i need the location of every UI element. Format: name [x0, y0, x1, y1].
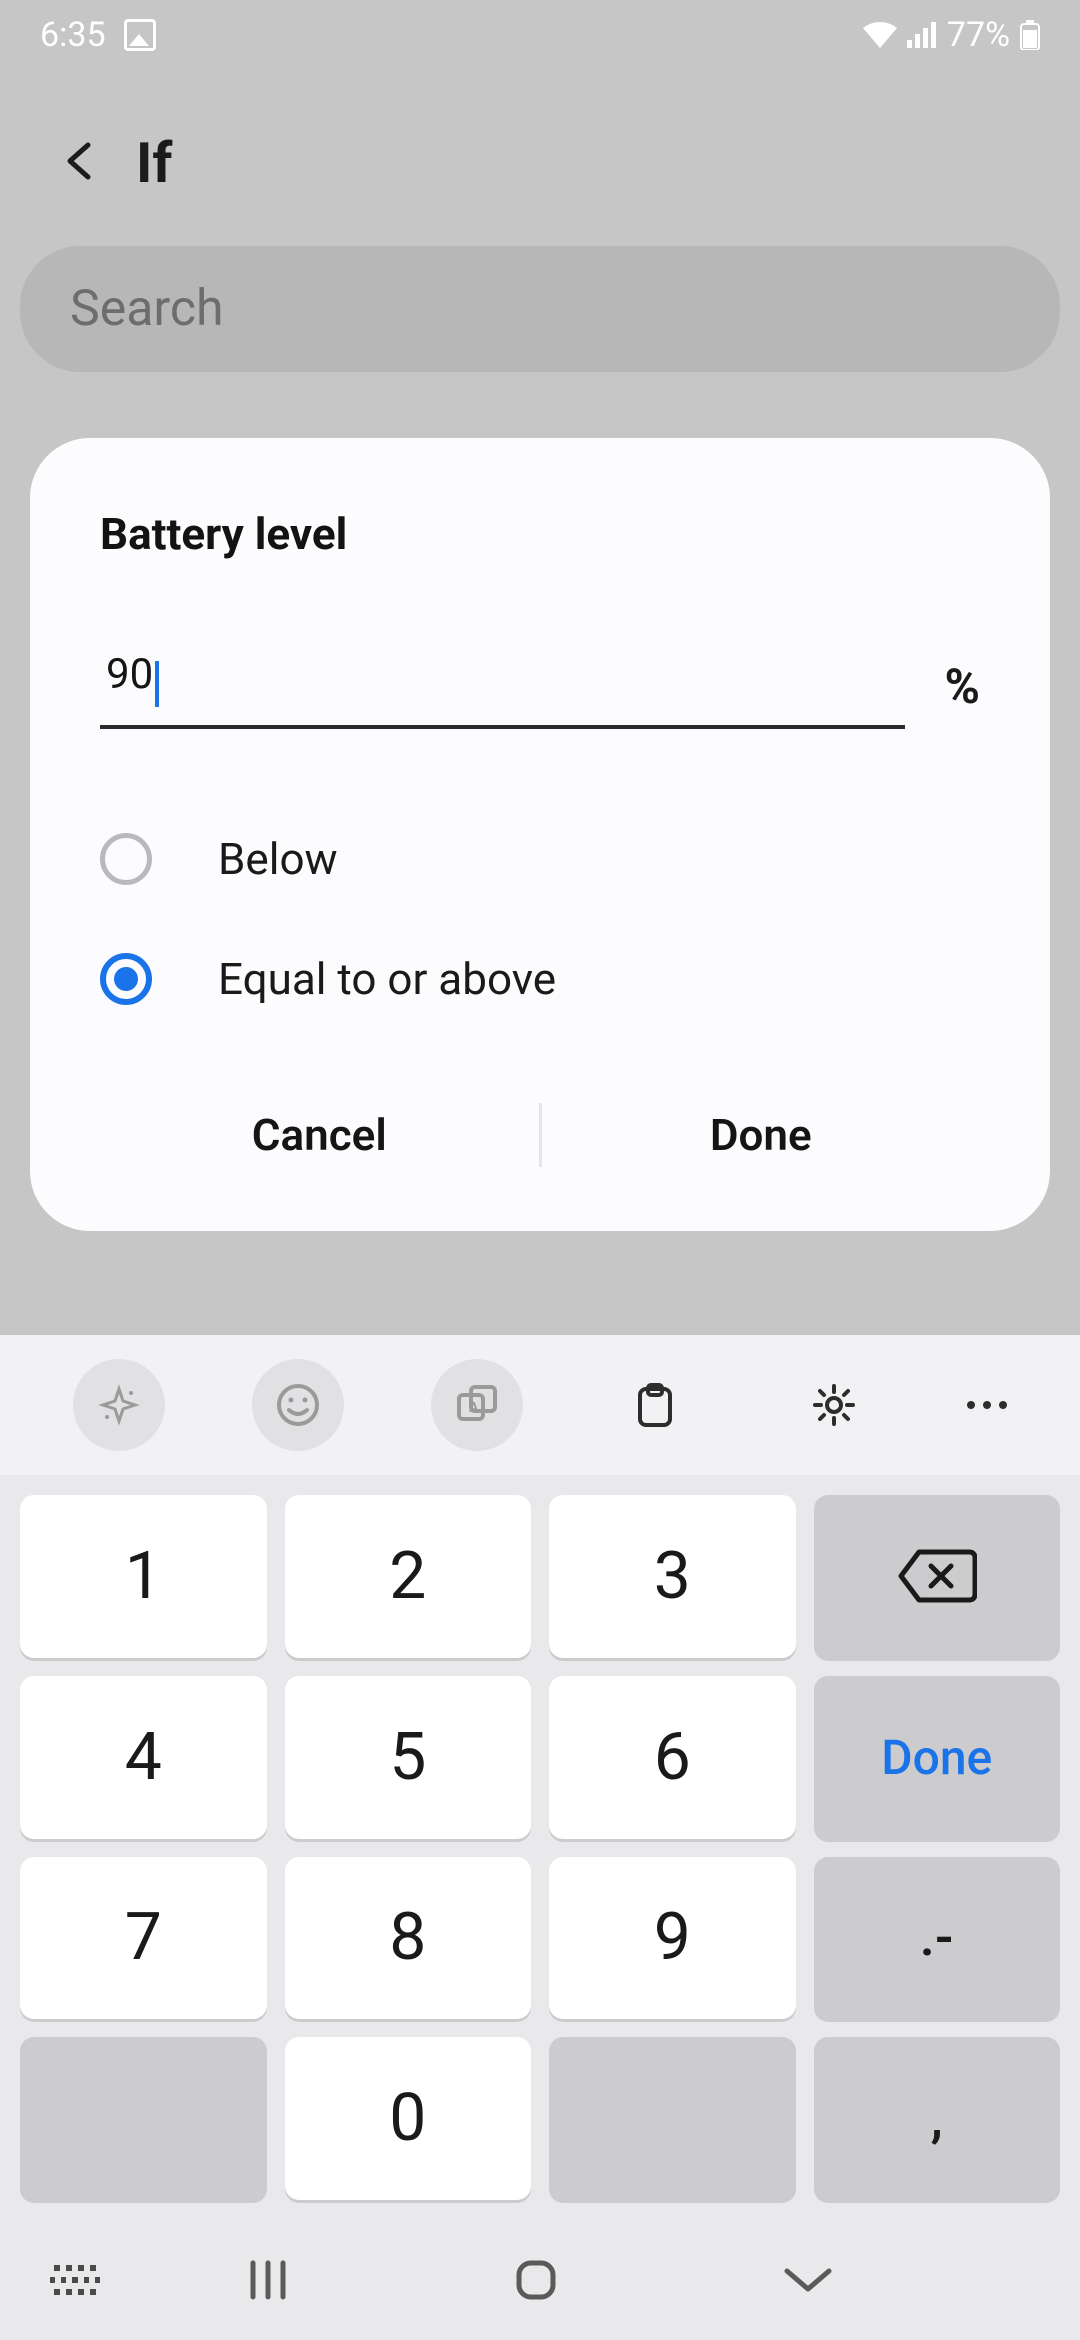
wifi-icon — [863, 22, 897, 48]
status-bar: 6:35 77% — [0, 0, 1080, 70]
emoji-button[interactable] — [252, 1359, 344, 1451]
key-4[interactable]: 4 — [20, 1676, 267, 1839]
battery-icon — [1020, 20, 1040, 50]
key-3[interactable]: 3 — [549, 1495, 796, 1658]
key-backspace[interactable] — [814, 1495, 1061, 1658]
key-6[interactable]: 6 — [549, 1676, 796, 1839]
keyboard-switch-button[interactable] — [50, 2265, 100, 2295]
translate-button[interactable]: A — [431, 1359, 523, 1451]
key-1[interactable]: 1 — [20, 1495, 267, 1658]
battery-level-input[interactable]: 90 — [100, 640, 905, 729]
key-0[interactable]: 0 — [285, 2037, 532, 2200]
settings-button[interactable] — [788, 1359, 880, 1451]
done-button[interactable]: Done — [542, 1079, 981, 1191]
cell-signal-icon — [907, 22, 937, 48]
key-comma[interactable]: , — [814, 2037, 1061, 2200]
status-battery-pct: 77% — [947, 15, 1010, 55]
sparkle-button[interactable] — [73, 1359, 165, 1451]
battery-level-dialog: Battery level 90 % Below Equal to or abo… — [30, 438, 1050, 1231]
radio-option-equal-above[interactable]: Equal to or above — [100, 919, 980, 1039]
back-button[interactable] — [60, 141, 100, 185]
clipboard-button[interactable] — [609, 1359, 701, 1451]
key-5[interactable]: 5 — [285, 1676, 532, 1839]
home-button[interactable] — [511, 2255, 561, 2305]
dialog-title: Battery level — [100, 508, 980, 560]
search-input[interactable]: Search — [20, 246, 1060, 372]
recents-button[interactable] — [245, 2257, 291, 2303]
radio-icon — [100, 833, 152, 885]
text-cursor — [155, 661, 159, 707]
key-9[interactable]: 9 — [549, 1857, 796, 2020]
key-2[interactable]: 2 — [285, 1495, 532, 1658]
radio-label: Equal to or above — [218, 953, 556, 1005]
keyboard-toolbar: A — [0, 1335, 1080, 1475]
radio-icon — [100, 953, 152, 1005]
cancel-button[interactable]: Cancel — [100, 1079, 539, 1191]
page-title: If — [136, 130, 172, 196]
key-7[interactable]: 7 — [20, 1857, 267, 2020]
key-done[interactable]: Done — [814, 1676, 1061, 1839]
numeric-keyboard: A 1 2 3 4 5 6 Done 7 8 9 .- — [0, 1335, 1080, 2220]
navigation-bar — [0, 2220, 1080, 2340]
hide-keyboard-button[interactable] — [781, 2263, 835, 2297]
key-blank-right[interactable] — [549, 2037, 796, 2200]
key-8[interactable]: 8 — [285, 1857, 532, 2020]
search-placeholder: Search — [70, 280, 224, 338]
page-header: If — [0, 70, 1080, 246]
svg-text:A: A — [469, 1400, 479, 1416]
radio-option-below[interactable]: Below — [100, 799, 980, 919]
key-blank-left[interactable] — [20, 2037, 267, 2200]
screenshot-icon — [124, 19, 156, 51]
key-dot-dash[interactable]: .- — [814, 1857, 1061, 2020]
more-button[interactable] — [967, 1401, 1007, 1409]
radio-label: Below — [218, 833, 338, 885]
percent-label: % — [945, 658, 980, 729]
battery-level-value: 90 — [106, 650, 153, 699]
status-time: 6:35 — [40, 15, 106, 55]
